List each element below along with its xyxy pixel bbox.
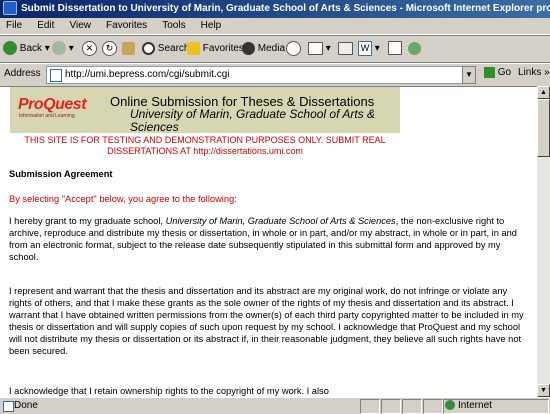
messenger-button[interactable] [408, 39, 421, 59]
links-button[interactable]: Links » [518, 67, 550, 78]
print-icon [338, 41, 353, 55]
page-status-icon [3, 401, 14, 412]
menu-help[interactable]: Help [195, 18, 228, 34]
agreement-paragraph-2: I represent and warrant that the thesis … [9, 286, 524, 356]
window-title: Submit Dissertation to University of Mar… [21, 3, 550, 14]
agreement-intro: By selecting "Accept" below, you agree t… [9, 194, 237, 204]
vertical-scrollbar[interactable]: ▲ ▼ [537, 86, 550, 397]
mail-icon [308, 41, 323, 55]
toolbar: Back ▾ ▾ ✕ ↻ Search Favorites Media ▾ W … [0, 36, 550, 63]
refresh-button[interactable]: ↻ [102, 39, 117, 59]
address-dropdown[interactable]: ▼ [462, 66, 476, 84]
discuss-button[interactable] [388, 39, 402, 59]
discuss-icon [388, 41, 402, 56]
address-input[interactable]: http://umi.bepress.com/cgi/submit.cgi [46, 66, 463, 84]
status-text: Done [14, 400, 38, 411]
menu-file[interactable]: File [0, 18, 28, 34]
stop-button[interactable]: ✕ [82, 39, 97, 59]
favorites-label: Favorites [202, 43, 244, 54]
search-button[interactable]: Search [142, 39, 189, 59]
address-label: Address [4, 68, 41, 79]
address-url: http://umi.bepress.com/cgi/submit.cgi [65, 69, 230, 80]
refresh-icon: ↻ [102, 40, 117, 56]
title-bar: Submit Dissertation to University of Mar… [0, 0, 550, 18]
status-bar: Done Internet [0, 397, 550, 414]
home-button[interactable] [122, 39, 135, 59]
page-content: ProQuest Information and Learning Online… [0, 86, 537, 397]
history-icon [286, 40, 301, 56]
menu-bar: File Edit View Favorites Tools Help [0, 18, 550, 35]
favorites-icon [187, 41, 200, 55]
back-label: Back [19, 43, 43, 54]
mail-button[interactable]: ▾ [308, 39, 331, 59]
scroll-up-button[interactable]: ▲ [537, 86, 550, 99]
favorites-button[interactable]: Favorites [187, 39, 244, 59]
ie-icon [3, 1, 17, 16]
go-button[interactable]: Go [484, 67, 511, 78]
status-segment [402, 399, 422, 414]
status-segment [360, 399, 380, 414]
print-button[interactable] [338, 39, 353, 59]
agreement-paragraph-1: I hereby grant to my graduate school, Un… [9, 216, 517, 262]
links-label: Links [518, 67, 542, 78]
status-segment [381, 399, 401, 414]
security-zone: Internet [445, 400, 492, 411]
forward-arrow-icon [52, 41, 66, 56]
menu-tools[interactable]: Tools [156, 18, 191, 34]
back-button[interactable]: Back ▾ [3, 39, 50, 59]
test-site-warning: THIS SITE IS FOR TESTING AND DEMONSTRATI… [24, 135, 386, 156]
home-icon [122, 41, 135, 55]
header-banner: ProQuest Information and Learning Online… [10, 87, 400, 134]
go-label: Go [497, 67, 512, 79]
globe-icon [445, 400, 455, 411]
address-bar: Address http://umi.bepress.com/cgi/submi… [0, 63, 550, 87]
edit-button[interactable]: W ▾ [358, 39, 380, 59]
media-icon [242, 41, 255, 55]
school-name: University of Marin, Graduate School of … [165, 216, 396, 226]
media-label: Media [257, 43, 286, 54]
page-icon [50, 69, 62, 82]
stop-icon: ✕ [82, 40, 97, 56]
scroll-thumb[interactable] [537, 99, 550, 157]
agreement-paragraph-3: I acknowledge that I retain ownership ri… [9, 386, 329, 396]
go-arrow-icon [484, 67, 495, 78]
page-subtitle: University of Marin, Graduate School of … [130, 107, 375, 134]
search-icon [142, 41, 155, 55]
media-button[interactable]: Media [242, 39, 285, 59]
agreement-heading: Submission Agreement [9, 169, 113, 179]
scroll-down-button[interactable]: ▼ [537, 384, 550, 397]
menu-edit[interactable]: Edit [31, 18, 60, 34]
search-label: Search [157, 43, 190, 54]
menu-favorites[interactable]: Favorites [100, 18, 153, 34]
messenger-icon [408, 41, 421, 55]
history-button[interactable] [286, 39, 301, 59]
back-arrow-icon [3, 41, 17, 56]
forward-button[interactable]: ▾ [52, 39, 74, 59]
word-icon: W [358, 40, 372, 56]
proquest-logo: ProQuest Information and Learning [18, 96, 87, 120]
status-segment [423, 399, 443, 414]
menu-view[interactable]: View [63, 18, 97, 34]
